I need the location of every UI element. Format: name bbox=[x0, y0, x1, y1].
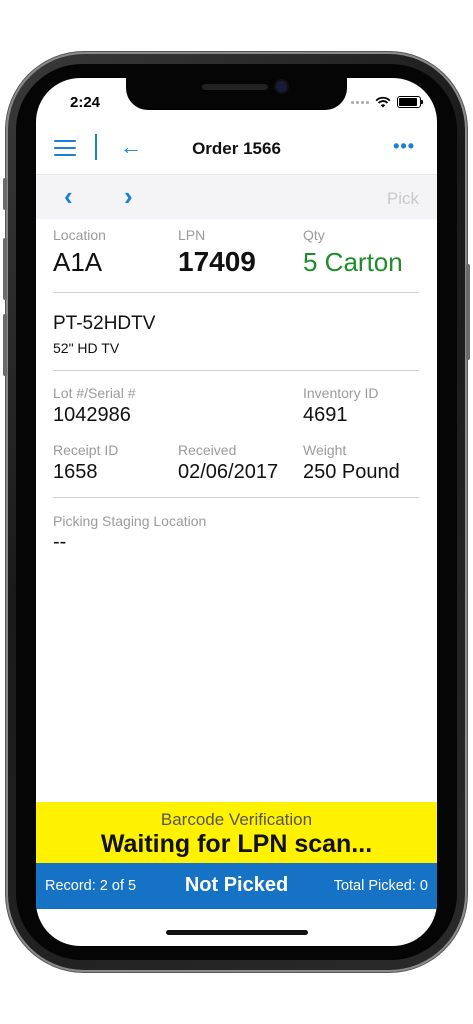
inventory-id-value: 4691 bbox=[303, 404, 348, 426]
notch bbox=[126, 78, 347, 110]
location-label: Location bbox=[53, 227, 106, 243]
received-label: Received bbox=[178, 442, 237, 458]
more-icon[interactable]: ••• bbox=[393, 136, 415, 157]
qty-label: Qty bbox=[303, 227, 325, 243]
lpn-value: 17409 bbox=[178, 246, 256, 277]
camera bbox=[276, 81, 287, 92]
lot-serial-value: 1042986 bbox=[53, 404, 131, 426]
home-indicator[interactable] bbox=[166, 930, 308, 935]
barcode-status: Waiting for LPN scan... bbox=[100, 830, 373, 858]
chevron-left-icon[interactable]: ‹ bbox=[64, 181, 73, 211]
weight-label: Weight bbox=[303, 442, 347, 458]
signal-icon bbox=[351, 100, 369, 104]
product-description: 52" HD TV bbox=[53, 340, 120, 356]
qty-value: 5 Carton bbox=[303, 247, 403, 277]
barcode-title: Barcode Verification bbox=[160, 810, 313, 829]
speaker bbox=[202, 84, 268, 90]
power-button bbox=[466, 264, 470, 360]
total-picked: Total Picked: 0 bbox=[333, 878, 428, 894]
volume-up-button bbox=[3, 238, 7, 300]
status-footer: Record: 2 of 5 Not Picked Total Picked: … bbox=[36, 863, 437, 909]
location-value: A1A bbox=[53, 247, 103, 277]
received-value: 02/06/2017 bbox=[178, 461, 279, 483]
weight-value: 250 Pound bbox=[303, 461, 400, 483]
divider bbox=[53, 292, 419, 293]
page-title: Order 1566 bbox=[192, 139, 281, 158]
pick-button[interactable]: Pick bbox=[387, 189, 419, 209]
product-code: PT-52HDTV bbox=[53, 313, 156, 334]
volume-down-button bbox=[3, 314, 7, 376]
receipt-id-value: 1658 bbox=[53, 461, 98, 483]
status-indicators bbox=[351, 96, 423, 108]
staging-location-value: -- bbox=[53, 531, 67, 553]
divider bbox=[53, 497, 419, 498]
chevron-right-icon[interactable]: › bbox=[124, 181, 133, 211]
staging-location-label: Picking Staging Location bbox=[53, 513, 207, 529]
wifi-icon bbox=[375, 96, 391, 108]
divider bbox=[53, 370, 419, 371]
nav-bar: ← Order 1566 ••• bbox=[36, 122, 437, 174]
screen: 2:24 ← Order 1566 ••• ‹ › Pick Location … bbox=[36, 78, 437, 946]
lpn-label: LPN bbox=[178, 227, 206, 243]
battery-icon bbox=[397, 96, 423, 108]
record-toolbar: ‹ › Pick bbox=[36, 174, 437, 219]
lot-serial-label: Lot #/Serial # bbox=[53, 385, 136, 401]
silent-switch bbox=[3, 178, 7, 210]
inventory-id-label: Inventory ID bbox=[303, 385, 379, 401]
receipt-id-label: Receipt ID bbox=[53, 442, 119, 458]
status-time: 2:24 bbox=[70, 94, 101, 111]
barcode-verification-banner: Barcode Verification Waiting for LPN sca… bbox=[36, 802, 437, 863]
